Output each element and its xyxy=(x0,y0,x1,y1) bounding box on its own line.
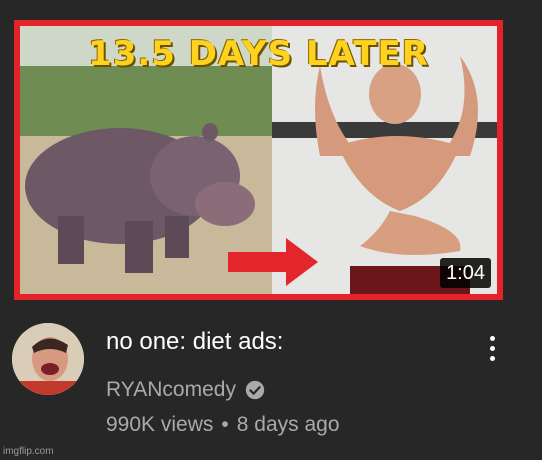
more-dot xyxy=(489,345,495,351)
thumbnail-text: 13.5 DAYS LATER xyxy=(88,34,429,74)
watermark: imgflip.com xyxy=(3,446,54,457)
video-card[interactable]: 13.5 DAYS LATER 1:04 no one: diet ads: R… xyxy=(0,0,542,460)
more-dot xyxy=(489,355,495,361)
channel-name[interactable]: RYANcomedy xyxy=(106,376,236,404)
video-title[interactable]: no one: diet ads: xyxy=(106,326,283,358)
view-count: 990K views xyxy=(106,413,214,436)
avatar-image xyxy=(12,323,84,395)
more-dot xyxy=(489,335,495,341)
verified-check-icon xyxy=(245,380,265,400)
channel-row[interactable]: RYANcomedy xyxy=(106,376,266,404)
more-vertical-icon[interactable] xyxy=(478,328,506,368)
video-stats: 990K views • 8 days ago xyxy=(106,411,340,439)
meta-separator: • xyxy=(221,413,229,436)
video-thumbnail[interactable]: 13.5 DAYS LATER 1:04 xyxy=(14,20,503,300)
upload-age: 8 days ago xyxy=(236,413,340,436)
channel-avatar[interactable] xyxy=(12,323,84,395)
duration-badge: 1:04 xyxy=(440,258,491,288)
